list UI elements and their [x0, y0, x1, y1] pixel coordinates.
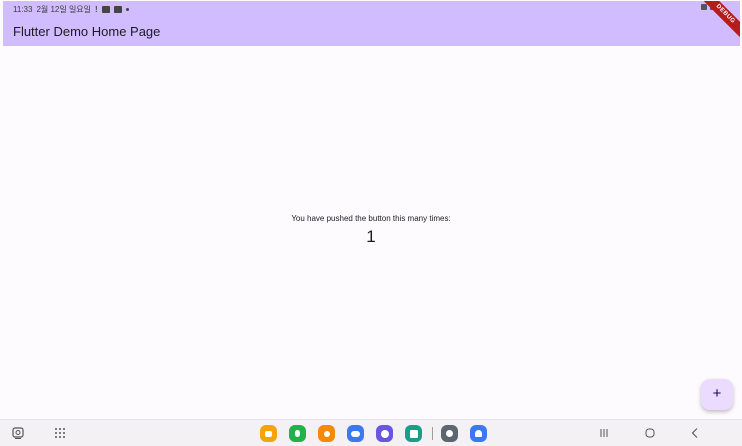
app-drawer-icon[interactable]	[53, 426, 67, 440]
increment-button[interactable]: +	[701, 379, 733, 410]
settings-icon[interactable]	[441, 425, 458, 442]
my-files-icon[interactable]	[260, 425, 277, 442]
counter-area: You have pushed the button this many tim…	[0, 214, 742, 247]
back-icon[interactable]	[688, 426, 702, 440]
alert-icon: !	[95, 5, 98, 14]
recents-icon[interactable]	[597, 426, 611, 440]
image-notification-icon	[113, 6, 122, 13]
status-bar: 11:33 2월 12일 일요일 !	[3, 1, 740, 17]
page-title: Flutter Demo Home Page	[13, 24, 161, 39]
app-bar: 11:33 2월 12일 일요일 ! Flutter Demo Home Pag…	[3, 1, 740, 46]
counter-value: 1	[366, 227, 376, 246]
internet-icon[interactable]	[376, 425, 393, 442]
contacts-icon[interactable]	[318, 425, 335, 442]
dock-divider	[432, 427, 433, 440]
headset-icon[interactable]	[470, 425, 487, 442]
messages-icon[interactable]	[347, 425, 364, 442]
calendar-icon[interactable]	[405, 425, 422, 442]
phone-icon[interactable]	[289, 425, 306, 442]
gallery-notification-icon	[101, 6, 110, 13]
screenshot-icon[interactable]	[11, 426, 25, 440]
status-time: 11:33	[13, 5, 33, 14]
status-date: 2월 12일 일요일	[36, 5, 92, 14]
counter-label: You have pushed the button this many tim…	[291, 214, 451, 223]
plus-icon: +	[712, 385, 722, 402]
mute-icon	[701, 4, 707, 10]
navigation-bar	[0, 419, 742, 446]
more-notifications-icon	[125, 8, 129, 11]
home-icon[interactable]	[643, 426, 657, 440]
